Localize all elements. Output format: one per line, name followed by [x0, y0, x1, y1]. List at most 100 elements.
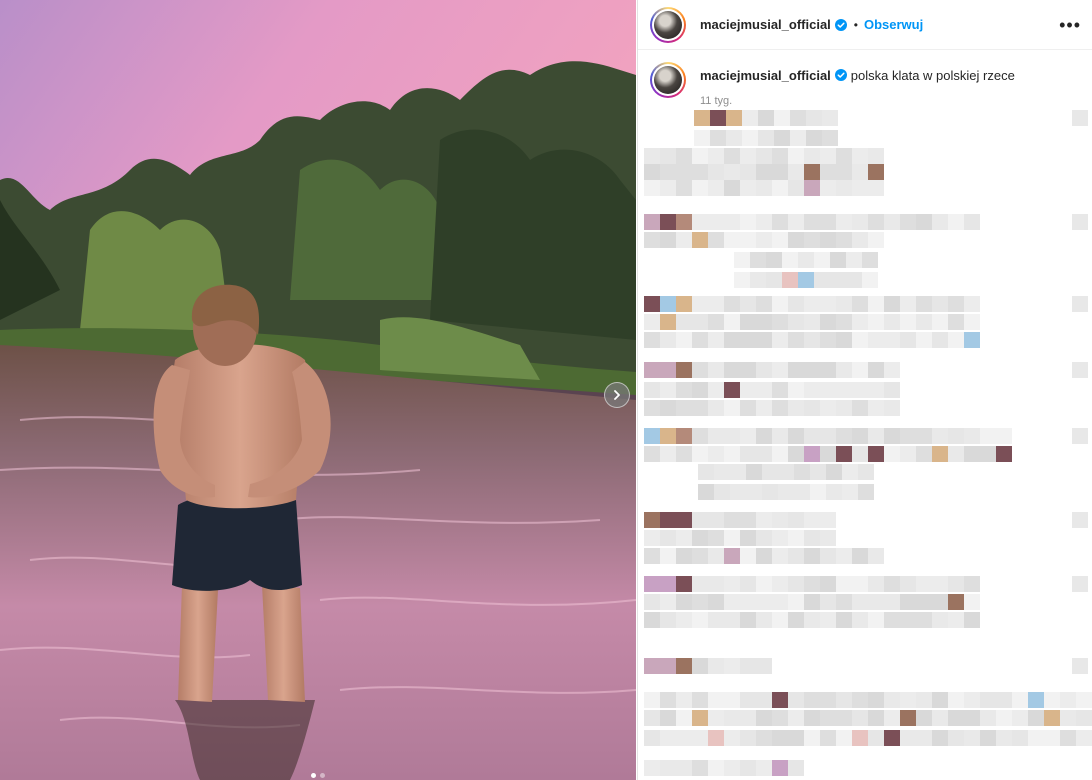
pixel-block	[740, 232, 756, 248]
pixel-block	[820, 362, 836, 378]
pixel-block	[836, 164, 852, 180]
pixel-block	[660, 612, 676, 628]
pixel-block	[788, 594, 804, 610]
pixel-block	[868, 164, 884, 180]
caption-avatar[interactable]	[650, 62, 686, 98]
pixel-block	[852, 576, 868, 592]
pixel-block	[692, 658, 708, 674]
pixel-block	[740, 180, 756, 196]
pixel-block	[1060, 710, 1076, 726]
pixel-block	[884, 214, 900, 230]
pixel-block	[916, 446, 932, 462]
pixel-block	[804, 446, 820, 462]
pixel-block	[708, 760, 724, 776]
pixel-block	[830, 272, 846, 288]
pixel-block	[676, 446, 692, 462]
pixel-block	[724, 232, 740, 248]
pixel-block	[740, 314, 756, 330]
pixel-block	[740, 332, 756, 348]
pixel-block	[660, 692, 676, 708]
pixel-block	[692, 594, 708, 610]
more-options-icon[interactable]: •••	[1059, 16, 1081, 34]
pixel-block	[742, 110, 758, 126]
pixel-block	[746, 464, 762, 480]
carousel-next-button[interactable]	[604, 382, 630, 408]
pixel-block	[644, 658, 660, 674]
pixel-block	[660, 548, 676, 564]
pixel-block	[772, 576, 788, 592]
pixel-block	[900, 692, 916, 708]
pixel-block	[660, 382, 676, 398]
follow-button[interactable]: Obserwuj	[864, 17, 923, 32]
pixel-block	[724, 382, 740, 398]
pixel-block	[900, 428, 916, 444]
pixel-block	[836, 232, 852, 248]
pixel-block	[826, 484, 842, 500]
pixel-block	[852, 362, 868, 378]
pixel-block	[724, 530, 740, 546]
pixel-block	[868, 710, 884, 726]
pixel-block	[836, 148, 852, 164]
pixel-block	[820, 594, 836, 610]
pixel-block	[724, 180, 740, 196]
pixel-block	[724, 710, 740, 726]
pixel-block	[756, 314, 772, 330]
pixel-block	[788, 548, 804, 564]
pixel-block	[772, 428, 788, 444]
pixel-block	[708, 214, 724, 230]
pixel-block	[644, 576, 660, 592]
pixel-block	[798, 272, 814, 288]
pixel-block	[740, 512, 756, 528]
pixel-block	[708, 428, 724, 444]
caption-text: maciejmusial_official polska klata w pols…	[700, 67, 1015, 85]
pixel-block	[714, 484, 730, 500]
pixel-block	[804, 612, 820, 628]
pixel-block	[692, 428, 708, 444]
pixel-block	[830, 252, 846, 268]
carousel-dot-active	[311, 773, 316, 778]
pixel-block	[836, 314, 852, 330]
pixel-block	[868, 548, 884, 564]
pixel-block	[884, 710, 900, 726]
pixel-block	[746, 484, 762, 500]
pixel-block	[692, 314, 708, 330]
pixel-block	[1060, 692, 1076, 708]
pixel-block	[676, 658, 692, 674]
pixel-block	[836, 296, 852, 312]
pixel-block	[782, 252, 798, 268]
pixel-block	[884, 594, 900, 610]
pixel-block	[852, 382, 868, 398]
pixel-block	[836, 710, 852, 726]
pixel-block	[692, 164, 708, 180]
pixel-block	[756, 512, 772, 528]
pixel-block	[740, 400, 756, 416]
pixel-block	[806, 110, 822, 126]
pixel-block	[820, 446, 836, 462]
pixel-block	[740, 446, 756, 462]
pixel-block	[814, 272, 830, 288]
pixel-block	[1072, 428, 1088, 444]
pixel-block	[804, 530, 820, 546]
pixel-block	[694, 130, 710, 146]
pixel-block	[846, 272, 862, 288]
author-username[interactable]: maciejmusial_official	[700, 17, 831, 32]
pixel-block	[980, 446, 996, 462]
pixel-block	[884, 314, 900, 330]
pixel-block	[644, 332, 660, 348]
pixel-block	[884, 428, 900, 444]
pixel-block	[660, 332, 676, 348]
pixel-block	[852, 180, 868, 196]
pixel-block	[964, 730, 980, 746]
pixel-block	[644, 594, 660, 610]
author-avatar[interactable]	[650, 6, 686, 43]
pixel-block	[644, 314, 660, 330]
caption-username[interactable]: maciejmusial_official	[700, 68, 831, 83]
pixel-block	[790, 130, 806, 146]
pixel-block	[756, 594, 772, 610]
pixel-block	[852, 400, 868, 416]
pixel-block	[724, 314, 740, 330]
pixel-block	[692, 612, 708, 628]
pixel-block	[660, 594, 676, 610]
pixel-block	[740, 576, 756, 592]
pixel-block	[1076, 710, 1092, 726]
